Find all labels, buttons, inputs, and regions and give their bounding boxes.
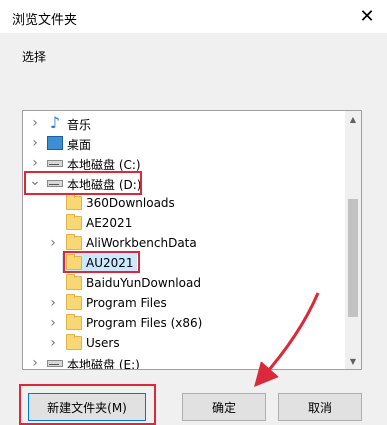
- drive-icon: [47, 180, 63, 187]
- scroll-thumb[interactable]: [348, 199, 358, 317]
- tree-item-label: Program Files (x86): [86, 316, 203, 330]
- tree-item[interactable]: › AliWorkbenchData: [23, 233, 345, 253]
- tree-item-label: AU2021: [86, 256, 134, 270]
- chevron-right-icon[interactable]: ›: [47, 293, 59, 313]
- vertical-scrollbar[interactable]: ▲ ▼: [345, 111, 361, 369]
- chevron-right-icon[interactable]: ›: [47, 333, 59, 353]
- tree-item-label: Users: [86, 336, 120, 350]
- drive-icon: [47, 360, 63, 367]
- tree-item-label: AliWorkbenchData: [86, 236, 197, 250]
- chevron-right-icon[interactable]: ›: [29, 113, 41, 133]
- tree-item-label: AE2021: [86, 216, 133, 230]
- cancel-button[interactable]: 取消: [278, 393, 362, 421]
- tree-item[interactable]: › 本地磁盘 (C:): [23, 153, 345, 173]
- desktop-icon: [47, 136, 63, 150]
- tree-item[interactable]: ⌄ 本地磁盘 (D:): [23, 173, 345, 193]
- folder-icon: [66, 334, 82, 350]
- close-button[interactable]: ✕: [347, 0, 387, 33]
- tree-item[interactable]: › ♪ 音乐: [23, 113, 345, 133]
- tree-item[interactable]: 360Downloads: [23, 193, 345, 213]
- tree-item[interactable]: › Program Files (x86): [23, 313, 345, 333]
- folder-icon: [66, 194, 82, 210]
- tree-item-label: 本地磁盘 (E:): [67, 358, 140, 370]
- tree-item-label: 本地磁盘 (D:): [67, 178, 142, 192]
- tree-item-label: Program Files: [86, 296, 167, 310]
- tree-item-label: 音乐: [67, 118, 92, 132]
- prompt-label: 选择: [22, 50, 47, 64]
- title-bar: 浏览文件夹 ✕: [0, 0, 387, 33]
- chevron-right-icon[interactable]: ›: [47, 313, 59, 333]
- chevron-down-icon[interactable]: ⌄: [29, 171, 41, 191]
- tree-item[interactable]: › Program Files: [23, 293, 345, 313]
- tree-item[interactable]: › 桌面: [23, 133, 345, 153]
- folder-icon: [66, 274, 82, 290]
- chevron-right-icon[interactable]: ›: [47, 233, 59, 253]
- folder-tree[interactable]: › ♪ 音乐 › 桌面 › 本地磁盘 (C:) ⌄ 本地磁盘 (D:) 360Downloads A…: [22, 110, 362, 370]
- folder-icon: [66, 254, 82, 270]
- ok-button[interactable]: 确定: [182, 393, 266, 421]
- folder-icon: [66, 294, 82, 310]
- tree-item-label: BaiduYunDownload: [86, 276, 201, 290]
- tree-item-label: 本地磁盘 (C:): [67, 158, 141, 172]
- folder-icon: [66, 314, 82, 330]
- chevron-right-icon[interactable]: ›: [29, 153, 41, 173]
- tree-item-label: 360Downloads: [86, 196, 175, 210]
- tree-item-label: 桌面: [67, 138, 92, 152]
- tree-item[interactable]: AE2021: [23, 213, 345, 233]
- tree-item[interactable]: › Users: [23, 333, 345, 353]
- new-folder-button[interactable]: 新建文件夹(M): [28, 393, 146, 421]
- music-icon: ♪: [49, 113, 61, 132]
- folder-icon: [66, 214, 82, 230]
- drive-icon: [47, 160, 63, 167]
- scroll-up-icon[interactable]: ▲: [345, 111, 361, 127]
- window-title: 浏览文件夹: [12, 13, 78, 28]
- tree-item[interactable]: › 本地磁盘 (E:): [23, 353, 345, 370]
- close-icon: ✕: [359, 6, 375, 27]
- chevron-right-icon[interactable]: ›: [29, 353, 41, 369]
- tree-item[interactable]: BaiduYunDownload: [23, 273, 345, 293]
- tree-item[interactable]: AU2021: [62, 253, 137, 273]
- folder-icon: [66, 234, 82, 250]
- chevron-right-icon[interactable]: ›: [29, 133, 41, 153]
- scroll-down-icon[interactable]: ▼: [345, 353, 361, 369]
